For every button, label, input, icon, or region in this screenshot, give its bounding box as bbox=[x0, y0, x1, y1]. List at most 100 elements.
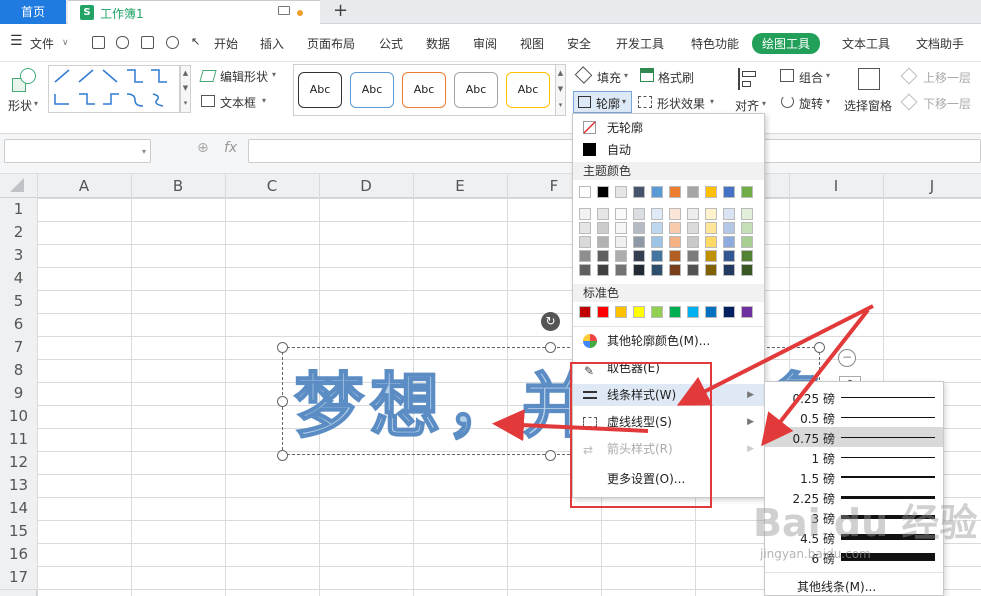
column-header-j[interactable]: J bbox=[883, 174, 981, 198]
shapes-icon[interactable] bbox=[12, 68, 36, 92]
standard-color-swatch[interactable] bbox=[669, 306, 681, 318]
theme-color-tint-swatch[interactable] bbox=[615, 264, 627, 276]
theme-color-tint-swatch[interactable] bbox=[741, 236, 753, 248]
row-header-1[interactable]: 1 bbox=[0, 198, 37, 221]
theme-color-tint-swatch[interactable] bbox=[705, 264, 717, 276]
chevron-down-icon[interactable]: ▾ bbox=[262, 96, 266, 105]
row-header-6[interactable]: 6 bbox=[0, 313, 37, 336]
menu-page-layout[interactable]: 页面布局 bbox=[307, 35, 355, 52]
zoom-icon[interactable]: ⊕ bbox=[197, 140, 209, 156]
row-header-17[interactable]: 17 bbox=[0, 566, 37, 589]
menu-item-no-outline[interactable]: 无轮廓 bbox=[573, 117, 764, 139]
row-header-8[interactable]: 8 bbox=[0, 359, 37, 382]
menu-review[interactable]: 审阅 bbox=[473, 35, 497, 52]
menu-formulas[interactable]: 公式 bbox=[379, 35, 403, 52]
style-sample-orange[interactable]: Abc bbox=[402, 72, 446, 108]
line-weight-item[interactable]: 0.75 磅 bbox=[765, 427, 943, 447]
send-backward-button[interactable]: 下移一层 bbox=[923, 95, 971, 112]
tab-workbook[interactable]: S 工作簿1 bbox=[68, 0, 320, 24]
theme-color-tint-swatch[interactable] bbox=[579, 264, 591, 276]
row-header-14[interactable]: 14 bbox=[0, 497, 37, 520]
standard-color-swatch[interactable] bbox=[615, 306, 627, 318]
menu-special-features[interactable]: 特色功能 bbox=[691, 35, 739, 52]
column-header-i[interactable]: I bbox=[789, 174, 883, 198]
style-sample-blue[interactable]: Abc bbox=[350, 72, 394, 108]
line-weight-item[interactable]: 0.25 磅 bbox=[765, 387, 943, 407]
theme-color-tint-swatch[interactable] bbox=[597, 250, 609, 262]
menu-text-tools[interactable]: 文本工具 bbox=[842, 35, 890, 52]
chevron-down-icon[interactable]: ▾ bbox=[826, 71, 830, 80]
theme-color-tint-swatch[interactable] bbox=[723, 208, 735, 220]
save-icon[interactable] bbox=[92, 36, 105, 49]
menu-item-automatic[interactable]: 自动 bbox=[573, 139, 764, 161]
theme-color-tint-swatch[interactable] bbox=[579, 236, 591, 248]
theme-color-tint-swatch[interactable] bbox=[705, 250, 717, 262]
theme-color-tint-swatch[interactable] bbox=[687, 222, 699, 234]
chevron-down-icon[interactable]: ▾ bbox=[34, 99, 38, 108]
style-gallery-scroll[interactable]: ▲ ▼ ▾ bbox=[555, 64, 566, 116]
theme-color-swatch[interactable] bbox=[651, 186, 663, 198]
resize-handle-tr[interactable] bbox=[814, 342, 825, 353]
theme-color-swatch[interactable] bbox=[687, 186, 699, 198]
resize-handle-b[interactable] bbox=[545, 450, 556, 461]
column-header-b[interactable]: B bbox=[131, 174, 225, 198]
row-header-11[interactable]: 11 bbox=[0, 428, 37, 451]
chevron-down-icon[interactable]: ▾ bbox=[710, 97, 714, 106]
bring-forward-button[interactable]: 上移一层 bbox=[923, 69, 971, 86]
menu-view[interactable]: 视图 bbox=[520, 35, 544, 52]
row-header-10[interactable]: 10 bbox=[0, 405, 37, 428]
standard-color-swatch[interactable] bbox=[651, 306, 663, 318]
standard-color-swatch[interactable] bbox=[687, 306, 699, 318]
shapes-label[interactable]: 形状 bbox=[8, 97, 32, 114]
theme-color-tint-swatch[interactable] bbox=[705, 208, 717, 220]
theme-color-tint-swatch[interactable] bbox=[633, 250, 645, 262]
menu-developer[interactable]: 开发工具 bbox=[616, 35, 664, 52]
align-button[interactable]: 对齐 bbox=[735, 97, 759, 114]
theme-color-tint-swatch[interactable] bbox=[651, 264, 663, 276]
theme-color-tint-swatch[interactable] bbox=[669, 264, 681, 276]
line-shape-gallery[interactable] bbox=[48, 65, 180, 113]
column-header-c[interactable]: C bbox=[225, 174, 319, 198]
menu-insert[interactable]: 插入 bbox=[260, 35, 284, 52]
theme-color-tint-swatch[interactable] bbox=[741, 208, 753, 220]
theme-color-tint-swatch[interactable] bbox=[741, 250, 753, 262]
theme-color-tint-swatch[interactable] bbox=[669, 236, 681, 248]
line-weight-item[interactable]: 1 磅 bbox=[765, 447, 943, 467]
standard-color-swatch[interactable] bbox=[723, 306, 735, 318]
standard-color-swatch[interactable] bbox=[597, 306, 609, 318]
chevron-down-icon[interactable]: ▾ bbox=[826, 97, 830, 106]
theme-color-tint-swatch[interactable] bbox=[615, 250, 627, 262]
fill-button[interactable]: 填充 bbox=[597, 69, 621, 86]
theme-color-tint-swatch[interactable] bbox=[579, 222, 591, 234]
menu-start[interactable]: 开始 bbox=[214, 35, 238, 52]
theme-color-tint-swatch[interactable] bbox=[705, 222, 717, 234]
row-header-15[interactable]: 15 bbox=[0, 520, 37, 543]
theme-color-tint-swatch[interactable] bbox=[615, 222, 627, 234]
row-header-16[interactable]: 16 bbox=[0, 543, 37, 566]
theme-color-swatch[interactable] bbox=[615, 186, 627, 198]
theme-color-tint-swatch[interactable] bbox=[651, 236, 663, 248]
edit-shape-button[interactable]: 编辑形状 bbox=[220, 68, 268, 85]
theme-color-tint-swatch[interactable] bbox=[687, 250, 699, 262]
chevron-down-icon[interactable]: ▾ bbox=[624, 71, 628, 80]
theme-color-tint-swatch[interactable] bbox=[741, 222, 753, 234]
resize-handle-tl[interactable] bbox=[277, 342, 288, 353]
row-header-13[interactable]: 13 bbox=[0, 474, 37, 497]
standard-color-swatch[interactable] bbox=[705, 306, 717, 318]
export-icon[interactable] bbox=[116, 36, 129, 49]
format-painter-button[interactable]: 格式刷 bbox=[658, 69, 694, 86]
style-sample-dark[interactable]: Abc bbox=[298, 72, 342, 108]
theme-color-tint-swatch[interactable] bbox=[669, 250, 681, 262]
theme-color-swatch[interactable] bbox=[669, 186, 681, 198]
theme-color-tint-swatch[interactable] bbox=[633, 264, 645, 276]
row-header-2[interactable]: 2 bbox=[0, 221, 37, 244]
style-sample-gold[interactable]: Abc bbox=[506, 72, 550, 108]
theme-color-tint-swatch[interactable] bbox=[651, 208, 663, 220]
menu-item-more-colors[interactable]: 其他轮廓颜色(M)... bbox=[573, 330, 764, 352]
column-header-d[interactable]: D bbox=[319, 174, 413, 198]
theme-color-tint-swatch[interactable] bbox=[597, 208, 609, 220]
theme-color-tint-swatch[interactable] bbox=[597, 264, 609, 276]
standard-color-swatch[interactable] bbox=[633, 306, 645, 318]
align-icon[interactable] bbox=[738, 68, 758, 90]
row-header-5[interactable]: 5 bbox=[0, 290, 37, 313]
